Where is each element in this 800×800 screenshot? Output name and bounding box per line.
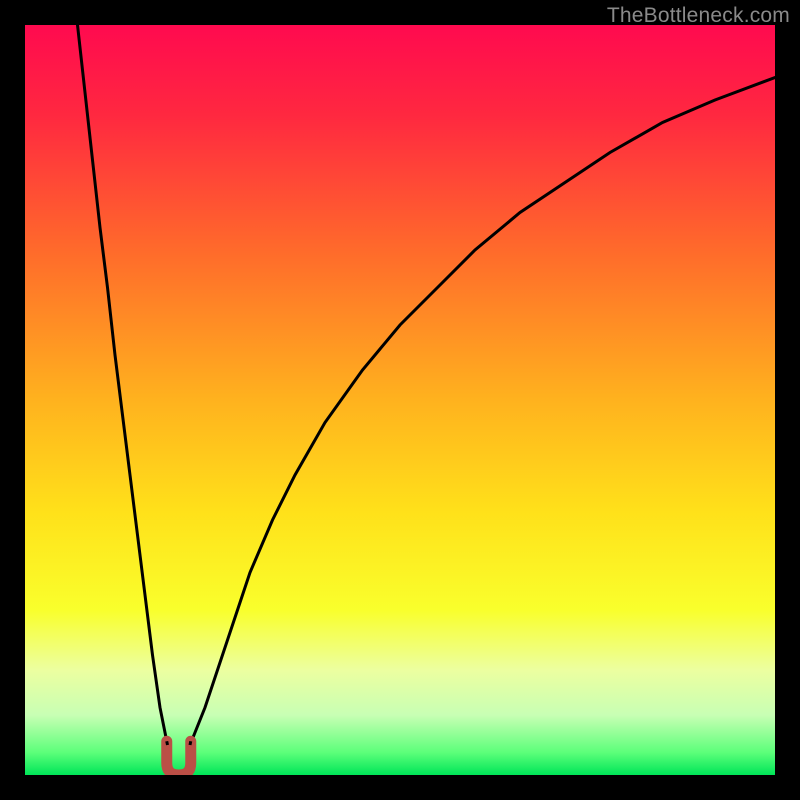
connector-right (190, 741, 191, 745)
outer-frame: TheBottleneck.com (0, 0, 800, 800)
plot-area (25, 25, 775, 775)
gradient-background (25, 25, 775, 775)
bottleneck-chart (25, 25, 775, 775)
watermark-text: TheBottleneck.com (607, 4, 790, 28)
connector-left (167, 741, 168, 745)
